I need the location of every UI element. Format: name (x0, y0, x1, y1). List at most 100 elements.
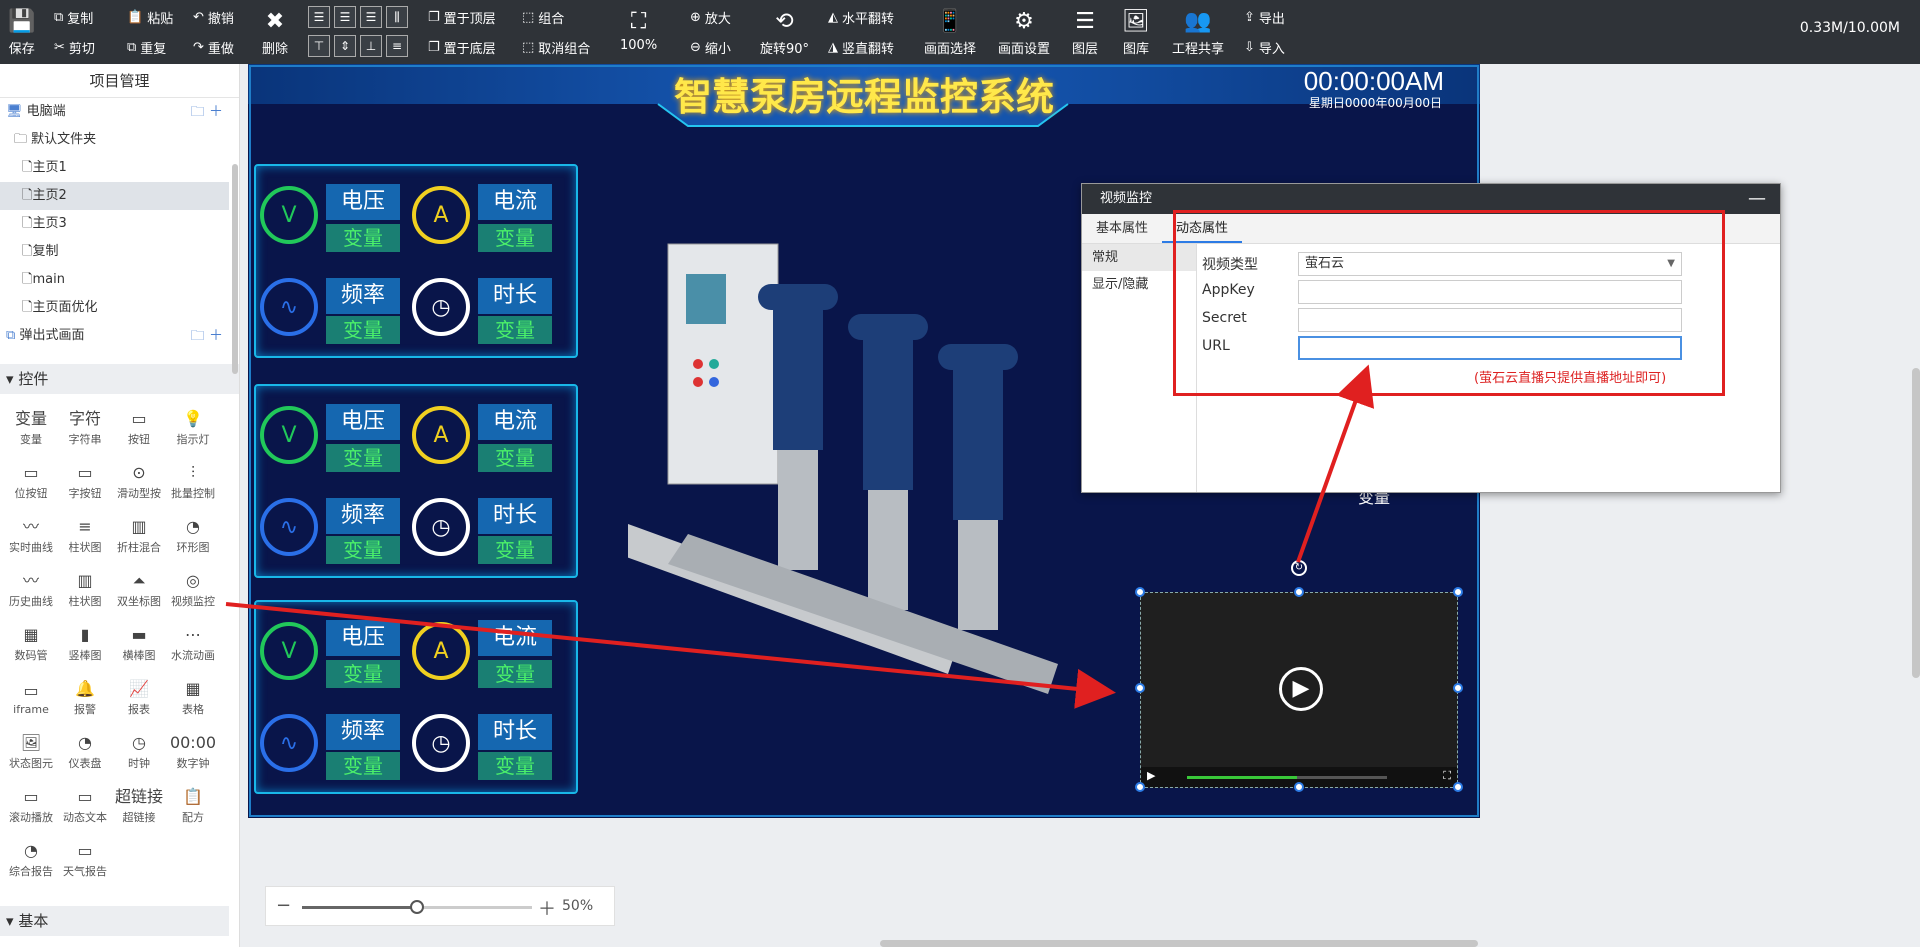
control-item[interactable]: ◎ 视频监控 (166, 562, 220, 616)
control-item[interactable]: ▭ 按钮 (112, 400, 166, 454)
export-button[interactable]: ⇪ 导出 (1244, 8, 1285, 27)
redo-button[interactable]: ↷ 重做 (193, 38, 234, 57)
align-right-icon[interactable]: ☰ (360, 6, 382, 28)
current-value[interactable]: 变量 (478, 444, 552, 472)
tree-folder-default[interactable]: 🗀 默认文件夹 (0, 126, 239, 154)
status-panel-3[interactable]: V 电压 变量 A 电流 变量 ∿ 频率 变量 ◷ 时长 变量 (254, 600, 578, 794)
control-item[interactable]: ▬ 横棒图 (112, 616, 166, 670)
control-item[interactable]: ▭ 字按钮 (58, 454, 112, 508)
align-left-icon[interactable]: ☰ (308, 6, 330, 28)
tree-popup-screens[interactable]: ⧉ 弹出式画面 🗀 ＋ (0, 322, 239, 350)
undo-button[interactable]: ↶ 撤销 (193, 8, 234, 27)
group-button[interactable]: ⬚ 组合 (522, 8, 564, 27)
resize-handle[interactable] (1135, 782, 1145, 792)
duration-value[interactable]: 变量 (478, 536, 552, 564)
zoom-plus-icon[interactable]: ＋ (538, 895, 556, 921)
tab-basic-properties[interactable]: 基本属性 (1082, 214, 1162, 243)
play-icon[interactable]: ▶ (1279, 667, 1323, 711)
canvas-horizontal-scrollbar[interactable] (880, 940, 1478, 947)
zoom-fit-button[interactable]: ⛶ 100% (620, 8, 657, 53)
control-item[interactable]: 📈 报表 (112, 670, 166, 724)
frequency-value[interactable]: 变量 (326, 316, 400, 344)
pump-station-image[interactable] (628, 224, 1148, 704)
align-top-icon[interactable]: ⊤ (308, 35, 330, 57)
control-item[interactable]: ▭ 动态文本 (58, 778, 112, 832)
zoom-in-button[interactable]: ⊕ 放大 (690, 8, 731, 27)
control-item[interactable]: ⏶ 双坐标图 (112, 562, 166, 616)
control-item[interactable]: ▭ 位按钮 (4, 454, 58, 508)
distribute-v-icon[interactable]: ≡ (386, 35, 408, 57)
canvas-vertical-scrollbar[interactable] (1912, 368, 1920, 678)
add-folder-icon[interactable]: 🗀 ＋ (191, 322, 223, 350)
flip-horizontal-button[interactable]: ◭ 水平翻转 (828, 8, 894, 27)
tree-page[interactable]: 🗋main (0, 266, 239, 294)
duration-value[interactable]: 变量 (478, 316, 552, 344)
status-panel-1[interactable]: V 电压 变量 A 电流 变量 ∿ 频率 变量 ◷ 时长 变量 (254, 164, 578, 358)
status-panel-2[interactable]: V 电压 变量 A 电流 变量 ∿ 频率 变量 ◷ 时长 变量 (254, 384, 578, 578)
project-share-button[interactable]: 👥 工程共享 (1172, 8, 1224, 57)
resize-handle[interactable] (1294, 587, 1304, 597)
screen-select-button[interactable]: 📱 画面选择 (924, 8, 976, 57)
duration-value[interactable]: 变量 (478, 752, 552, 780)
resize-handle[interactable] (1294, 782, 1304, 792)
tree-page[interactable]: 🗋复制 (0, 238, 239, 266)
rotate-handle-icon[interactable]: ↻ (1291, 560, 1307, 576)
side-visibility[interactable]: 显示/隐藏 (1082, 271, 1196, 298)
control-item[interactable]: ◷ 时钟 (112, 724, 166, 778)
control-item[interactable]: ▦ 数码管 (4, 616, 58, 670)
tab-dynamic-properties[interactable]: 动态属性 (1162, 214, 1243, 243)
align-bottom-icon[interactable]: ⊥ (360, 35, 382, 57)
control-item[interactable]: ▦ 表格 (166, 670, 220, 724)
video-type-select[interactable]: 萤石云 ▼ (1298, 252, 1682, 276)
frequency-value[interactable]: 变量 (326, 536, 400, 564)
control-item[interactable]: ◔ 综合报告 (4, 832, 58, 886)
tree-page[interactable]: 🗋主页1 (0, 154, 239, 182)
control-item[interactable]: 00:00 数字钟 (166, 724, 220, 778)
control-item[interactable]: 超链接 超链接 (112, 778, 166, 832)
control-item[interactable]: ⋯ 水流动画 (166, 616, 220, 670)
resize-handle[interactable] (1453, 683, 1463, 693)
control-item[interactable]: ▥ 柱状图 (58, 562, 112, 616)
gallery-button[interactable]: 🖼 图库 (1122, 8, 1150, 57)
paste-button[interactable]: 📋 粘贴 (127, 8, 173, 27)
resize-handle[interactable] (1453, 782, 1463, 792)
sidebar-scrollbar[interactable] (232, 164, 238, 374)
bring-to-top-button[interactable]: ❐ 置于顶层 (428, 8, 496, 27)
layers-button[interactable]: ☰ 图层 (1072, 8, 1098, 57)
resize-handle[interactable] (1135, 587, 1145, 597)
control-item[interactable]: 💡 指示灯 (166, 400, 220, 454)
control-item[interactable]: ⊙ 滑动型按 (112, 454, 166, 508)
control-item[interactable]: 〰历史曲线 (4, 562, 58, 616)
voltage-value[interactable]: 变量 (326, 224, 400, 252)
tree-page[interactable]: 🗋主页3 (0, 210, 239, 238)
align-middle-icon[interactable]: ⇕ (334, 35, 356, 57)
tree-root-pc[interactable]: 🖥 电脑端 🗀 ＋ (0, 98, 239, 126)
repeat-button[interactable]: ⧉ 重复 (127, 38, 166, 57)
delete-button[interactable]: ✖ 删除 (262, 8, 288, 57)
screen-settings-button[interactable]: ⚙ 画面设置 (998, 8, 1050, 57)
controls-section-header[interactable]: ▾ 控件 (0, 364, 239, 394)
cut-button[interactable]: ✂ 剪切 (54, 38, 95, 57)
ungroup-button[interactable]: ⬚ 取消组合 (522, 38, 590, 57)
basic-section-header[interactable]: ▾ 基本 (0, 906, 229, 936)
control-item[interactable]: 字符 字符串 (58, 400, 112, 454)
control-item[interactable]: 📋 配方 (166, 778, 220, 832)
control-item[interactable]: ▭ 天气报告 (58, 832, 112, 886)
control-item[interactable]: ◔ 仪表盘 (58, 724, 112, 778)
flip-vertical-button[interactable]: ◮ 竖直翻转 (828, 38, 894, 57)
control-item[interactable]: ▭ 滚动播放 (4, 778, 58, 832)
rotate-button[interactable]: ⟲ 旋转90° (760, 8, 809, 57)
appkey-input[interactable] (1298, 280, 1682, 304)
copy-button[interactable]: ⧉ 复制 (54, 8, 93, 27)
video-monitor-widget[interactable]: ▶ ▶ ⛶ (1140, 592, 1458, 788)
resize-handle[interactable] (1135, 683, 1145, 693)
import-button[interactable]: ⇩ 导入 (1244, 38, 1285, 57)
tree-page[interactable]: 🗋主页面优化 (0, 294, 239, 322)
side-general[interactable]: 常规 (1082, 244, 1196, 271)
voltage-value[interactable]: 变量 (326, 444, 400, 472)
video-progress-track[interactable] (1187, 776, 1387, 779)
zoom-out-button[interactable]: ⊖ 缩小 (690, 38, 731, 57)
save-button[interactable]: 💾 保存 (8, 8, 35, 57)
resize-handle[interactable] (1453, 587, 1463, 597)
control-item[interactable]: 〰实时曲线 (4, 508, 58, 562)
